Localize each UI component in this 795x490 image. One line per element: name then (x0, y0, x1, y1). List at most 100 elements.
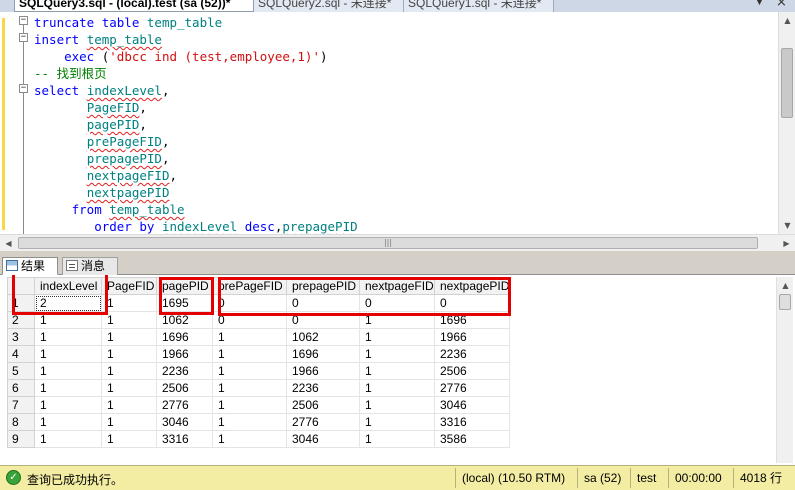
row-number[interactable]: 6 (7, 379, 35, 397)
grid-cell[interactable]: 1 (101, 328, 157, 346)
grid-cell[interactable]: 1 (359, 413, 435, 431)
grid-cell[interactable]: 1696 (433, 311, 511, 329)
grid-cell[interactable]: 1 (34, 345, 102, 363)
grid-cell[interactable]: 0 (212, 294, 287, 312)
grid-cell[interactable]: 1 (212, 379, 287, 397)
grid-cell[interactable]: 1 (101, 362, 157, 380)
grid-cell[interactable]: 1 (359, 362, 435, 380)
column-header[interactable]: prepagePID (286, 277, 360, 295)
row-number[interactable]: 9 (7, 430, 35, 448)
grid-cell[interactable]: 1 (212, 396, 287, 414)
table-row[interactable]: 2 1 1 1062 0 0 1 1696 (7, 311, 511, 329)
grid-cell[interactable]: 1 (359, 345, 435, 363)
table-row[interactable]: 6 1 1 2506 1 2236 1 2776 (7, 379, 511, 397)
scrollbar-thumb[interactable] (781, 48, 793, 118)
grid-cell[interactable]: 1 (34, 379, 102, 397)
grid-cell[interactable]: 2236 (156, 362, 213, 380)
editor-vertical-scrollbar[interactable]: ▲ ▼ (778, 12, 795, 234)
tab-sqlquery2[interactable]: SQLQuery2.sql - 未连接* (254, 0, 404, 12)
grid-cell[interactable]: 3316 (156, 430, 213, 448)
scroll-down-icon[interactable]: ▼ (779, 217, 795, 234)
grid-cell[interactable]: 0 (359, 294, 435, 312)
grid-cell[interactable]: 1 (101, 294, 157, 312)
row-number[interactable]: 7 (7, 396, 35, 414)
tab-results[interactable]: 结果 (2, 257, 58, 275)
grid-cell[interactable]: 1 (101, 413, 157, 431)
grid-cell[interactable]: 1966 (156, 345, 213, 363)
grid-cell[interactable]: 1 (359, 328, 435, 346)
code-line[interactable]: select indexLevel, (34, 82, 358, 99)
grid-cell[interactable]: 1 (212, 362, 287, 380)
grid-cell[interactable]: 2776 (286, 413, 360, 431)
row-number[interactable]: 2 (7, 311, 35, 329)
results-grid-area[interactable]: indexLevel PageFID pagePID prePageFID pr… (0, 275, 795, 465)
grid-cell[interactable]: 2506 (286, 396, 360, 414)
table-row[interactable]: 4 1 1 1966 1 1696 1 2236 (7, 345, 511, 363)
tab-sqlquery3[interactable]: SQLQuery3.sql - (local).test (sa (52))* (14, 0, 254, 12)
grid-cell[interactable]: 1 (212, 430, 287, 448)
code-line[interactable]: insert temp_table (34, 31, 358, 48)
code-line[interactable]: truncate table temp_table (34, 14, 358, 31)
grid-cell[interactable]: 1 (34, 396, 102, 414)
grid-cell[interactable]: 1 (34, 328, 102, 346)
grid-cell[interactable]: 2506 (433, 362, 511, 380)
grid-cell[interactable]: 1062 (156, 311, 213, 329)
code-line[interactable]: -- 找到根页 (34, 65, 358, 82)
column-header[interactable]: prePageFID (212, 277, 287, 295)
grid-cell[interactable]: 1696 (156, 328, 213, 346)
grid-cell[interactable]: 2506 (156, 379, 213, 397)
table-row[interactable]: 1 2 1 1695 0 0 0 0 (7, 294, 511, 312)
results-grid[interactable]: indexLevel PageFID pagePID prePageFID pr… (7, 277, 511, 448)
tab-messages[interactable]: 消息 (62, 257, 118, 275)
grid-cell[interactable]: 1 (359, 311, 435, 329)
grid-corner-cell[interactable] (7, 277, 35, 295)
grid-cell[interactable]: 1 (101, 311, 157, 329)
editor-horizontal-scrollbar[interactable]: ◀ ||| ▶ (0, 234, 795, 251)
collapse-icon[interactable]: − (19, 84, 28, 93)
grid-cell[interactable]: 2236 (433, 345, 511, 363)
collapse-icon[interactable]: − (19, 16, 28, 25)
code-line[interactable]: order by indexLevel desc,prepagePID (34, 218, 357, 234)
code-line[interactable]: from temp_table (34, 201, 358, 218)
scroll-right-icon[interactable]: ▶ (778, 235, 795, 252)
grid-cell[interactable]: 3046 (156, 413, 213, 431)
collapse-icon[interactable]: − (19, 33, 28, 42)
grid-cell[interactable]: 1 (212, 345, 287, 363)
code-line[interactable]: prePageFID, (34, 133, 358, 150)
code-text[interactable]: truncate table temp_table insert temp_tab… (34, 14, 358, 234)
grid-cell[interactable]: 1 (359, 379, 435, 397)
grid-cell[interactable]: 1966 (433, 328, 511, 346)
grid-cell[interactable]: 3316 (433, 413, 511, 431)
grid-cell[interactable]: 0 (212, 311, 287, 329)
grid-cell[interactable]: 1 (212, 328, 287, 346)
row-number[interactable]: 3 (7, 328, 35, 346)
code-line[interactable]: PageFID, (34, 99, 358, 116)
row-number[interactable]: 5 (7, 362, 35, 380)
grid-cell[interactable]: 3046 (433, 396, 511, 414)
grid-cell[interactable]: 3586 (433, 430, 511, 448)
grid-cell[interactable]: 2 (34, 294, 102, 312)
code-line[interactable]: prepagePID, (34, 150, 358, 167)
grid-cell[interactable]: 1 (34, 362, 102, 380)
code-line[interactable]: pagePID, (34, 116, 358, 133)
table-row[interactable]: 9 1 1 3316 1 3046 1 3586 (7, 430, 511, 448)
sql-editor[interactable]: − − − truncate table temp_table insert te… (0, 12, 795, 234)
grid-cell[interactable]: 1 (101, 430, 157, 448)
table-row[interactable]: 3 1 1 1696 1 1062 1 1966 (7, 328, 511, 346)
grid-cell[interactable]: 1062 (286, 328, 360, 346)
grid-cell[interactable]: 1966 (286, 362, 360, 380)
grid-cell[interactable]: 1696 (286, 345, 360, 363)
tab-sqlquery1[interactable]: SQLQuery1.sql - 未连接* (404, 0, 554, 12)
row-number[interactable]: 4 (7, 345, 35, 363)
grid-cell[interactable]: 1 (359, 396, 435, 414)
tab-list-dropdown-icon[interactable]: ▼ (756, 0, 763, 7)
scroll-up-icon[interactable]: ▲ (779, 12, 795, 29)
row-number[interactable]: 8 (7, 413, 35, 431)
grid-cell[interactable]: 1 (101, 345, 157, 363)
table-row[interactable]: 7 1 1 2776 1 2506 1 3046 (7, 396, 511, 414)
grid-cell[interactable]: 1 (359, 430, 435, 448)
scroll-up-icon[interactable]: ▲ (777, 277, 794, 294)
code-line[interactable]: nextpagePID (34, 184, 358, 201)
close-tab-button[interactable]: × (776, 0, 787, 10)
scrollbar-thumb[interactable]: ||| (18, 237, 758, 249)
